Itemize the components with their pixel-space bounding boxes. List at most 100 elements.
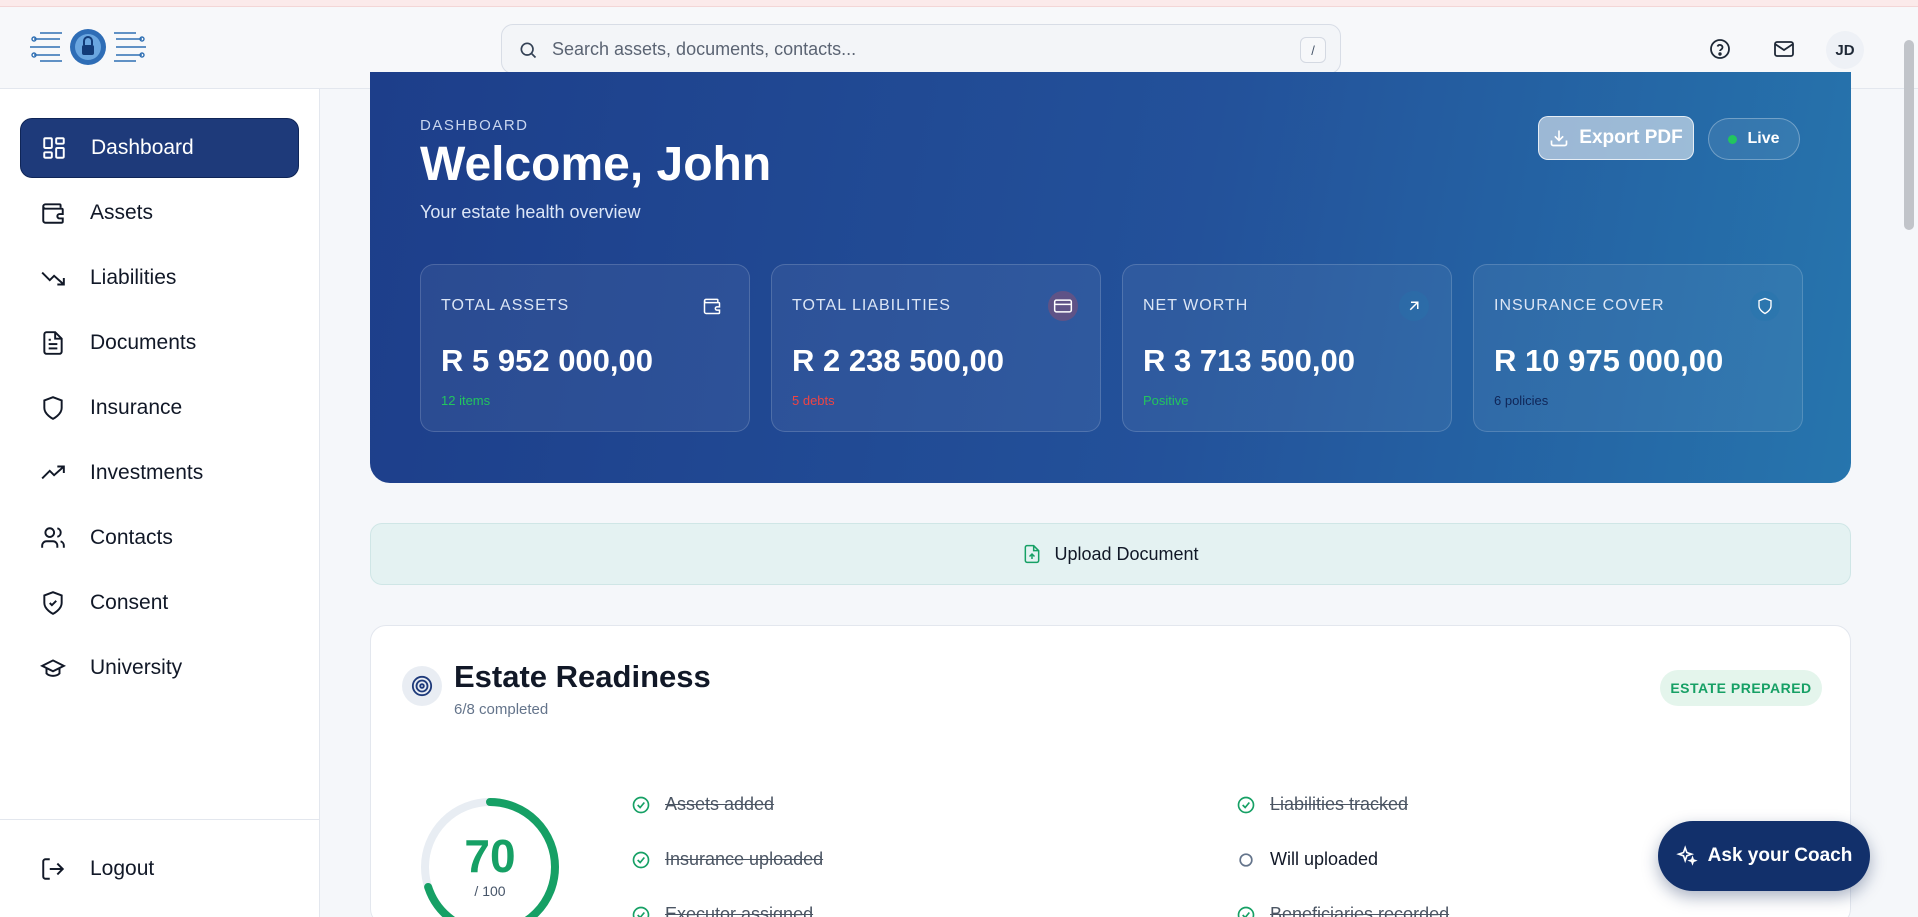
stat-note: Positive <box>1143 393 1189 408</box>
live-status-badge: Live <box>1708 118 1800 160</box>
sidebar-item-liabilities[interactable]: Liabilities <box>20 248 299 308</box>
shield-icon <box>1750 291 1780 321</box>
sidebar-item-dashboard[interactable]: Dashboard <box>20 118 299 178</box>
stat-label: TOTAL LIABILITIES <box>792 297 951 314</box>
stat-card-total-liabilities[interactable]: TOTAL LIABILITIES R 2 238 500,00 5 debts <box>771 264 1101 432</box>
sidebar-item-label: Assets <box>90 201 154 224</box>
stat-card-total-assets[interactable]: TOTAL ASSETS R 5 952 000,00 12 items <box>420 264 750 432</box>
sidebar-item-consent[interactable]: Consent <box>20 573 299 633</box>
page-title: Welcome, John <box>420 138 772 191</box>
sidebar-divider <box>0 819 319 820</box>
search-bar[interactable]: / <box>501 24 1341 74</box>
readiness-subtitle: 6/8 completed <box>454 701 549 718</box>
checklist-item-label: Insurance uploaded <box>665 849 824 869</box>
logout-label: Logout <box>90 857 155 880</box>
stat-value: R 10 975 000,00 <box>1494 343 1724 378</box>
welcome-hero: DASHBOARD Welcome, John Your estate heal… <box>370 72 1851 483</box>
export-pdf-button[interactable]: Export PDF <box>1538 116 1694 160</box>
document-icon <box>43 331 63 355</box>
trending-down-icon <box>41 271 65 286</box>
target-icon <box>402 666 442 706</box>
check-circle-icon <box>632 851 650 868</box>
checklist-item-label: Will uploaded <box>1270 849 1379 869</box>
page-scrollbar[interactable] <box>1904 40 1914 230</box>
stat-label: INSURANCE COVER <box>1494 297 1665 314</box>
empty-circle-icon <box>1239 852 1253 867</box>
upload-document-button[interactable]: Upload Document <box>370 523 1851 585</box>
wallet-icon <box>42 203 64 224</box>
top-edge <box>0 0 1918 7</box>
checklist-item: Beneficiaries recorded <box>1236 904 1449 917</box>
mail-icon[interactable] <box>1772 37 1796 61</box>
checklist-item-label: Assets added <box>665 794 775 814</box>
hero-subtitle: Your estate health overview <box>420 202 641 222</box>
export-pdf-label: Export PDF <box>1579 127 1683 148</box>
checklist-item: Assets added <box>631 794 774 815</box>
checklist-item-label: Liabilities tracked <box>1270 794 1409 814</box>
sidebar-item-contacts[interactable]: Contacts <box>20 508 299 568</box>
sidebar-item-label: Consent <box>90 591 169 614</box>
ask-coach-label: Ask your Coach <box>1707 845 1853 866</box>
stat-value: R 5 952 000,00 <box>441 343 654 378</box>
download-icon <box>1550 130 1568 147</box>
hero-eyebrow: DASHBOARD <box>420 117 529 134</box>
users-icon <box>41 527 65 548</box>
checklist-item-label: Beneficiaries recorded <box>1270 904 1450 917</box>
sparkles-icon <box>1675 845 1698 866</box>
live-dot-icon <box>1728 134 1738 144</box>
user-avatar[interactable]: JD <box>1826 31 1864 69</box>
search-shortcut-hint: / <box>1300 37 1326 63</box>
file-upload-icon <box>1025 544 1040 564</box>
sidebar-item-label: Liabilities <box>90 266 177 289</box>
stat-label: TOTAL ASSETS <box>441 297 570 314</box>
trending-up-icon <box>41 465 65 480</box>
check-circle-icon <box>632 796 650 813</box>
estate-readiness-card: Estate Readiness 6/8 completed ESTATE PR… <box>370 625 1851 917</box>
arrow-up-right-icon <box>1399 291 1429 321</box>
checklist-item: Executor assigned <box>631 904 813 917</box>
logout-button[interactable]: Logout <box>20 839 299 899</box>
stat-card-net-worth[interactable]: NET WORTH R 3 713 500,00 Positive <box>1122 264 1452 432</box>
ask-coach-button[interactable]: Ask your Coach <box>1658 821 1870 891</box>
sidebar-item-insurance[interactable]: Insurance <box>20 378 299 438</box>
logo[interactable] <box>30 25 146 69</box>
stat-card-insurance-cover[interactable]: INSURANCE COVER R 10 975 000,00 6 polici… <box>1473 264 1803 432</box>
help-icon[interactable] <box>1708 37 1732 61</box>
shield-check-icon <box>43 591 63 615</box>
sidebar-item-university[interactable]: University <box>20 638 299 698</box>
sidebar-item-investments[interactable]: Investments <box>20 443 299 503</box>
readiness-score: 70 <box>464 830 516 882</box>
check-circle-icon <box>1237 796 1255 813</box>
check-circle-icon <box>632 906 650 917</box>
stat-note: 12 items <box>441 393 491 408</box>
checklist-item-label: Executor assigned <box>665 904 814 917</box>
sidebar-item-label: Insurance <box>90 396 183 419</box>
search-icon <box>520 42 537 59</box>
stat-note: 6 policies <box>1494 393 1549 408</box>
sidebar-item-label: Dashboard <box>91 136 194 159</box>
credit-card-icon <box>1048 291 1078 321</box>
sidebar-item-label: Documents <box>90 331 197 354</box>
sidebar-item-documents[interactable]: Documents <box>20 313 299 373</box>
readiness-score-max: / 100 <box>474 883 506 899</box>
checklist-item: Insurance uploaded <box>631 849 823 870</box>
checklist-item: Will uploaded <box>1236 849 1378 870</box>
stat-label: NET WORTH <box>1143 297 1249 314</box>
shield-icon <box>43 396 63 420</box>
logout-icon <box>42 858 65 880</box>
readiness-title: Estate Readiness <box>454 659 711 694</box>
dashboard-icon <box>43 137 65 159</box>
readiness-status-badge: ESTATE PREPARED <box>1660 670 1822 706</box>
sidebar-item-label: Investments <box>90 461 204 484</box>
stat-value: R 3 713 500,00 <box>1143 343 1356 378</box>
search-input[interactable] <box>552 33 1252 65</box>
wallet-icon <box>697 291 727 321</box>
sidebar-item-assets[interactable]: Assets <box>20 183 299 243</box>
sidebar-item-label: Contacts <box>90 526 173 549</box>
stat-note: 5 debts <box>792 393 835 408</box>
sidebar: Dashboard Assets Liabilities Documents I… <box>0 89 320 917</box>
graduation-cap-icon <box>40 659 66 677</box>
stat-value: R 2 238 500,00 <box>792 343 1005 378</box>
check-circle-icon <box>1237 906 1255 917</box>
live-label: Live <box>1747 130 1780 147</box>
